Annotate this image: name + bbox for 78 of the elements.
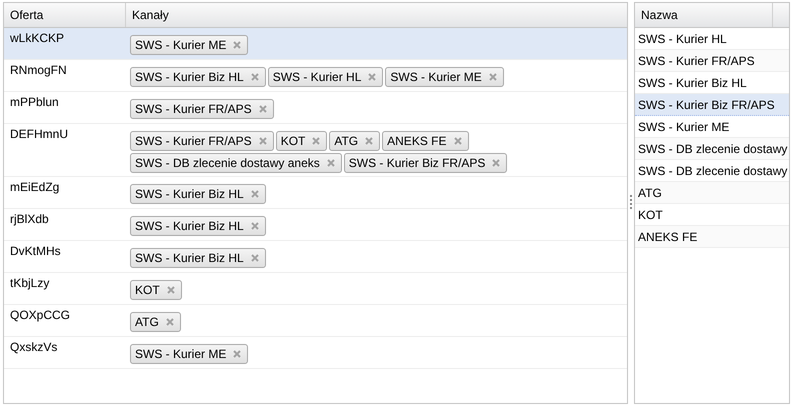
tag-label: SWS - Kurier Biz FR/APS bbox=[348, 156, 486, 170]
table-row[interactable]: mEiEdZg SWS - Kurier Biz HL bbox=[4, 177, 627, 209]
remove-icon[interactable] bbox=[166, 286, 175, 294]
channel-tag[interactable]: ATG bbox=[329, 131, 380, 151]
remove-icon[interactable] bbox=[258, 137, 267, 145]
table-row[interactable]: DvKtMHs SWS - Kurier Biz HL bbox=[4, 241, 627, 273]
table-cell-text: QOXpCCG bbox=[9, 307, 72, 324]
remove-icon[interactable] bbox=[250, 73, 259, 81]
remove-icon[interactable] bbox=[233, 350, 242, 358]
tag-label: SWS - Kurier FR/APS bbox=[135, 134, 252, 148]
remove-icon[interactable] bbox=[258, 105, 267, 113]
tag-label: KOT bbox=[280, 134, 306, 148]
table-cell-text: wLkKCKP bbox=[9, 30, 66, 47]
channel-tag[interactable]: SWS - DB zlecenie dostawy aneks bbox=[130, 153, 342, 173]
table-row[interactable]: mPPblun SWS - Kurier FR/APS bbox=[4, 92, 627, 124]
tag-label: SWS - Kurier ME bbox=[390, 70, 482, 84]
remove-icon[interactable] bbox=[326, 159, 335, 167]
channel-tag[interactable]: KOT bbox=[276, 131, 328, 151]
table-cell-text: DvKtMHs bbox=[9, 243, 62, 260]
list-item[interactable]: ATG bbox=[635, 182, 789, 204]
tag-label: ATG bbox=[135, 315, 159, 329]
tag-label: SWS - Kurier HL bbox=[272, 70, 362, 84]
splitter-handle-icon[interactable] bbox=[630, 195, 632, 211]
table-cell-text: RNmogFN bbox=[9, 62, 68, 79]
channel-tag[interactable]: SWS - Kurier Biz FR/APS bbox=[344, 153, 508, 173]
column-header[interactable]: Oferta bbox=[4, 3, 126, 27]
tag-label: SWS - Kurier Biz HL bbox=[135, 251, 244, 265]
tag-label: SWS - Kurier FR/APS bbox=[135, 102, 252, 116]
tag-label: SWS - Kurier Biz HL bbox=[135, 219, 244, 233]
remove-icon[interactable] bbox=[368, 73, 376, 81]
table-cell-text: mPPblun bbox=[9, 94, 60, 111]
table-row[interactable]: RNmogFN SWS - Kurier Biz HL SWS - Kurier HL SWS - Kurier ME bbox=[4, 60, 627, 92]
channel-tag[interactable]: SWS - Kurier Biz HL bbox=[130, 216, 266, 236]
column-header[interactable]: Kanały bbox=[126, 3, 605, 27]
tag-label: ANEKS FE bbox=[387, 134, 446, 148]
channel-tag[interactable]: ATG bbox=[130, 312, 181, 332]
remove-icon[interactable] bbox=[250, 222, 259, 230]
channel-tag[interactable]: KOT bbox=[130, 280, 182, 300]
table-row[interactable]: QOXpCCG ATG bbox=[4, 305, 627, 337]
list-item[interactable]: SWS - DB zlecenie dostawy bbox=[635, 138, 789, 160]
list-item[interactable]: SWS - Kurier Biz FR/APS bbox=[635, 94, 789, 116]
table-cell-text: DEFHmnU bbox=[9, 126, 70, 143]
tag-label: SWS - Kurier Biz HL bbox=[135, 70, 244, 84]
channel-tag[interactable]: SWS - Kurier Biz HL bbox=[130, 248, 266, 268]
table-cell-text: rjBlXdb bbox=[9, 211, 50, 228]
channel-tag[interactable]: SWS - Kurier ME bbox=[385, 67, 504, 87]
table-row[interactable]: QxskzVs SWS - Kurier ME bbox=[4, 337, 627, 369]
table-row[interactable]: rjBlXdb SWS - Kurier Biz HL bbox=[4, 209, 627, 241]
channel-tag[interactable]: SWS - Kurier FR/APS bbox=[130, 131, 274, 151]
tag-label: SWS - DB zlecenie dostawy aneks bbox=[135, 156, 320, 170]
remove-icon[interactable] bbox=[312, 137, 320, 145]
tag-label: SWS - Kurier ME bbox=[135, 347, 226, 361]
tag-label: SWS - Kurier Biz HL bbox=[135, 187, 244, 201]
table-cell-text: QxskzVs bbox=[9, 339, 58, 356]
channel-tag[interactable]: SWS - Kurier ME bbox=[130, 35, 248, 55]
remove-icon[interactable] bbox=[365, 137, 374, 145]
channel-tag[interactable]: SWS - Kurier FR/APS bbox=[130, 99, 274, 119]
channel-tag[interactable]: SWS - Kurier Biz HL bbox=[130, 184, 266, 204]
table-cell-text: tKbjLzy bbox=[9, 275, 50, 292]
remove-icon[interactable] bbox=[492, 159, 500, 167]
list-item[interactable]: SWS - Kurier FR/APS bbox=[635, 50, 789, 72]
remove-icon[interactable] bbox=[454, 137, 462, 145]
channel-tag[interactable]: ANEKS FE bbox=[382, 131, 468, 151]
channel-tag[interactable]: SWS - Kurier ME bbox=[130, 344, 248, 364]
remove-icon[interactable] bbox=[166, 318, 174, 326]
remove-icon[interactable] bbox=[488, 73, 497, 81]
remove-icon[interactable] bbox=[250, 190, 259, 198]
channel-tag[interactable]: SWS - Kurier Biz HL bbox=[130, 67, 266, 87]
table-row[interactable]: wLkKCKP SWS - Kurier ME bbox=[4, 28, 627, 60]
channel-tag[interactable]: SWS - Kurier HL bbox=[268, 67, 384, 87]
remove-icon[interactable] bbox=[233, 41, 242, 49]
tag-label: SWS - Kurier ME bbox=[135, 38, 226, 52]
remove-icon[interactable] bbox=[250, 254, 259, 262]
table-cell-text: mEiEdZg bbox=[9, 179, 60, 196]
list-item[interactable]: ANEKS FE bbox=[635, 226, 789, 248]
tag-label: KOT bbox=[135, 283, 160, 297]
table-row[interactable]: tKbjLzy KOT bbox=[4, 273, 627, 305]
tag-label: ATG bbox=[334, 134, 358, 148]
